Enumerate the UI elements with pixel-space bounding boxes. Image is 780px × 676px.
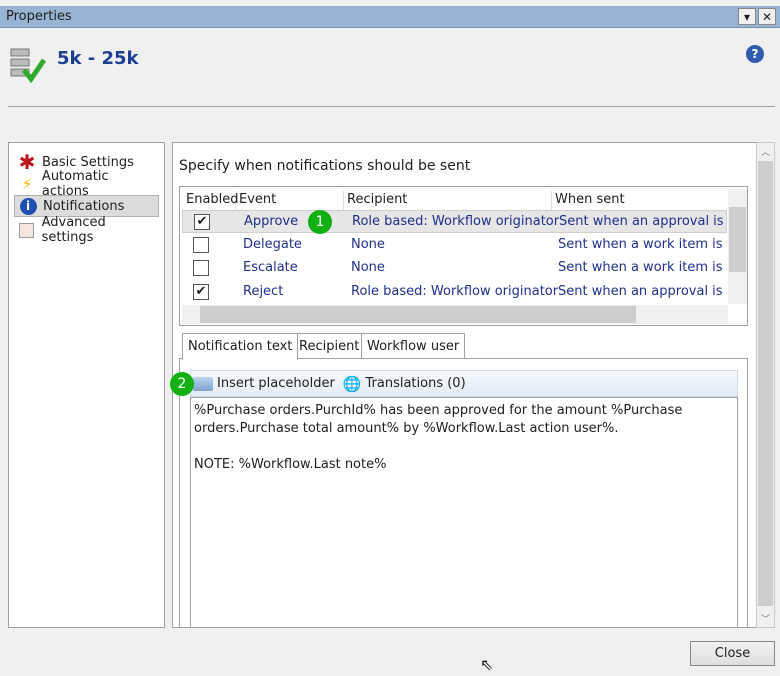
enabled-checkbox[interactable]: ✔ <box>193 284 209 300</box>
table-row[interactable]: Delegate None Sent when a work item is d… <box>182 234 727 257</box>
table-row[interactable]: Escalate None Sent when a work item is e… <box>182 257 727 280</box>
sidebar-item-automatic-actions[interactable]: ⚡ Automatic actions <box>14 169 159 199</box>
grid-horizontal-scrollbar[interactable] <box>182 305 728 324</box>
callout-badge-1: 1 <box>308 210 332 234</box>
toolbar: Insert placeholder 🌐 Translations (0) <box>190 370 738 397</box>
globe-icon: 🌐 <box>342 374 362 393</box>
scroll-up-icon[interactable]: ︿ <box>761 145 770 158</box>
when-sent-cell: Sent when a work item is escalated <box>558 260 726 275</box>
event-cell: Approve <box>244 214 299 229</box>
recipient-cell: Role based: Workflow originator <box>351 284 559 299</box>
title-bar: Properties ▾ ✕ <box>0 6 780 28</box>
tab-notification-text[interactable]: Notification text <box>182 333 299 360</box>
notifications-grid: Enabled Event Recipient When sent ✔ Appr… <box>179 186 748 326</box>
translations-button[interactable]: Translations (0) <box>365 376 465 391</box>
sidebar-item-label: Basic Settings <box>42 154 134 170</box>
callout-badge-2: 2 <box>170 372 194 396</box>
panel-vertical-scrollbar[interactable]: ︿ ﹀ <box>756 142 775 628</box>
sidebar-item-label: Advanced settings <box>41 215 106 245</box>
window-close-button[interactable]: ✕ <box>758 8 776 25</box>
recipient-cell: None <box>351 260 385 275</box>
event-cell: Reject <box>243 284 284 299</box>
recipient-cell: Role based: Workflow originator <box>352 214 560 229</box>
recipient-cell: None <box>351 237 385 252</box>
when-sent-cell: Sent when a work item is delegated <box>558 237 726 252</box>
settings-icon <box>18 221 36 239</box>
table-row[interactable]: ✔ Reject Role based: Workflow originator… <box>182 281 727 304</box>
panel-heading: Specify when notifications should be sen… <box>179 158 471 174</box>
when-sent-cell: Sent when an approval is Approved <box>559 214 727 229</box>
when-sent-cell: Sent when an approval is Rejected <box>558 284 726 299</box>
sidebar-item-advanced-settings[interactable]: Advanced settings <box>14 215 159 245</box>
info-icon: i <box>19 197 37 215</box>
enabled-checkbox[interactable] <box>193 260 209 276</box>
sidebar-item-label: Notifications <box>43 198 125 214</box>
insert-placeholder-button[interactable]: Insert placeholder <box>217 376 335 391</box>
notification-text-input[interactable]: %Purchase orders.PurchId% has been appro… <box>190 397 738 628</box>
insert-placeholder-icon <box>193 376 213 391</box>
column-header-recipient[interactable]: Recipient <box>344 191 552 211</box>
page-title: 5k - 25k <box>57 48 139 69</box>
tab-recipient[interactable]: Recipient <box>293 333 366 359</box>
table-row[interactable]: ✔ Approve Role based: Workflow originato… <box>182 210 727 233</box>
help-icon[interactable]: ? <box>746 45 764 63</box>
enabled-checkbox[interactable] <box>193 237 209 253</box>
event-cell: Delegate <box>243 237 302 252</box>
column-header-enabled[interactable]: Enabled <box>183 191 239 211</box>
mouse-cursor-icon: ⇖ <box>480 655 494 674</box>
event-cell: Escalate <box>243 260 298 275</box>
column-header-when-sent[interactable]: When sent <box>552 191 727 211</box>
window-menu-button[interactable]: ▾ <box>738 8 756 25</box>
divider <box>8 106 775 107</box>
window-title: Properties <box>6 9 72 24</box>
scroll-down-icon[interactable]: ﹀ <box>761 612 770 625</box>
tab-workflow-user[interactable]: Workflow user <box>361 333 466 359</box>
lightning-icon: ⚡ <box>21 175 33 193</box>
close-button[interactable]: Close <box>690 641 775 666</box>
column-header-event[interactable]: Event <box>236 191 344 211</box>
grid-vertical-scrollbar[interactable] <box>728 189 747 304</box>
sidebar-item-notifications[interactable]: i Notifications <box>14 195 159 217</box>
workflow-approval-icon <box>10 46 47 84</box>
sidebar-nav: ✱ Basic Settings ⚡ Automatic actions i Noti… <box>8 142 165 628</box>
enabled-checkbox[interactable]: ✔ <box>194 214 210 230</box>
star-icon: ✱ <box>18 150 36 174</box>
